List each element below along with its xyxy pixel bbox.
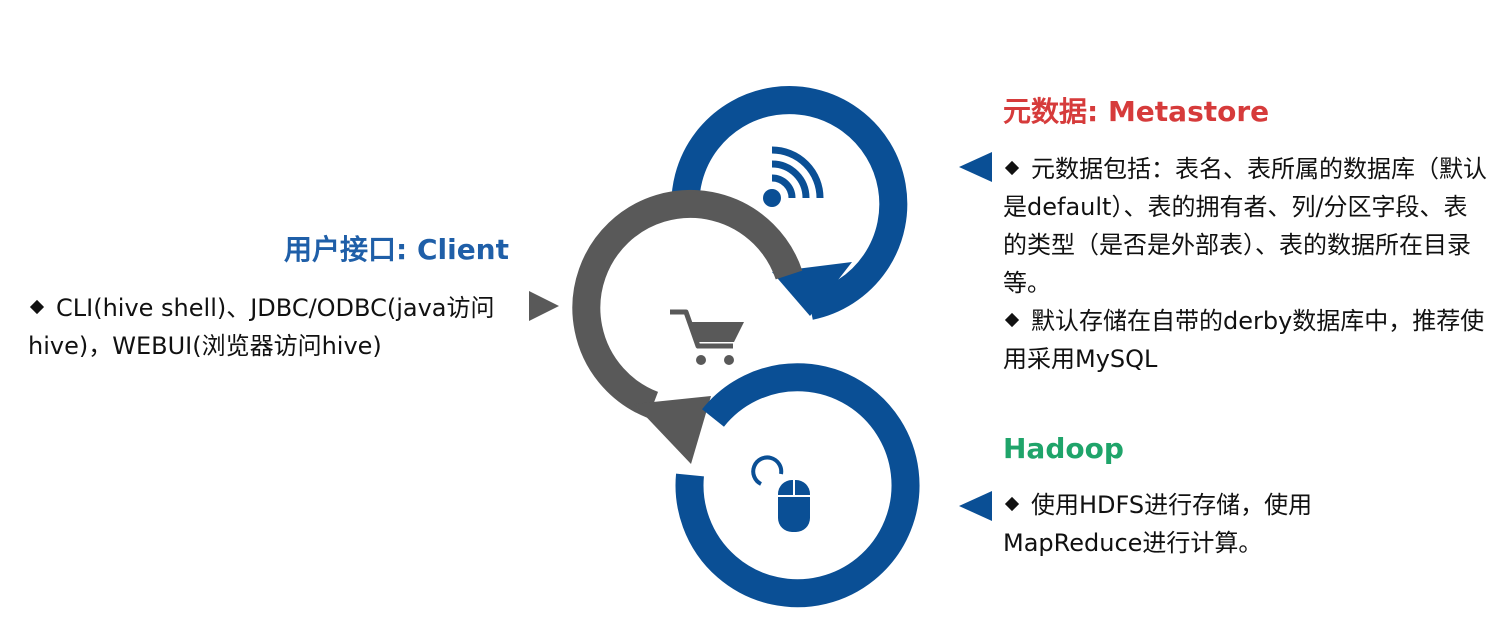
wifi-icon [763, 146, 824, 207]
metastore-title: 元数据: Metastore [1003, 95, 1270, 128]
left-triangle-icon [959, 491, 992, 521]
metastore-point: 默认存储在自带的derby数据库中，推荐使用采用MySQL [1003, 307, 1485, 373]
mouse-icon [751, 455, 810, 532]
hive-architecture-diagram: 用户接口: Client CLI(hive shell)、JDBC/ODBC(j… [0, 0, 1496, 627]
hadoop-title: Hadoop [1003, 432, 1124, 465]
client-title: 用户接口: Client [284, 233, 509, 266]
bullet-icon [1004, 496, 1020, 512]
client-text: CLI(hive shell)、JDBC/ODBC(java访问hive)，WE… [28, 294, 495, 360]
client-description: CLI(hive shell)、JDBC/ODBC(java访问hive)，WE… [28, 289, 518, 365]
bullet-icon [1004, 160, 1020, 176]
middle-ring [572, 190, 803, 464]
hadoop-description: 使用HDFS进行存储，使用MapReduce进行计算。 [1003, 486, 1373, 562]
metastore-description: 元数据包括：表名、表所属的数据库（默认是default）、表的拥有者、列/分区字… [1003, 150, 1488, 378]
hadoop-text: 使用HDFS进行存储，使用MapReduce进行计算。 [1003, 491, 1313, 557]
right-triangle-icon [529, 291, 559, 321]
bullet-icon [29, 299, 45, 315]
shopping-cart-icon [670, 309, 744, 365]
bullet-icon [1004, 312, 1020, 328]
left-triangle-icon [959, 152, 992, 182]
metastore-point: 元数据包括：表名、表所属的数据库（默认是default）、表的拥有者、列/分区字… [1003, 155, 1487, 297]
